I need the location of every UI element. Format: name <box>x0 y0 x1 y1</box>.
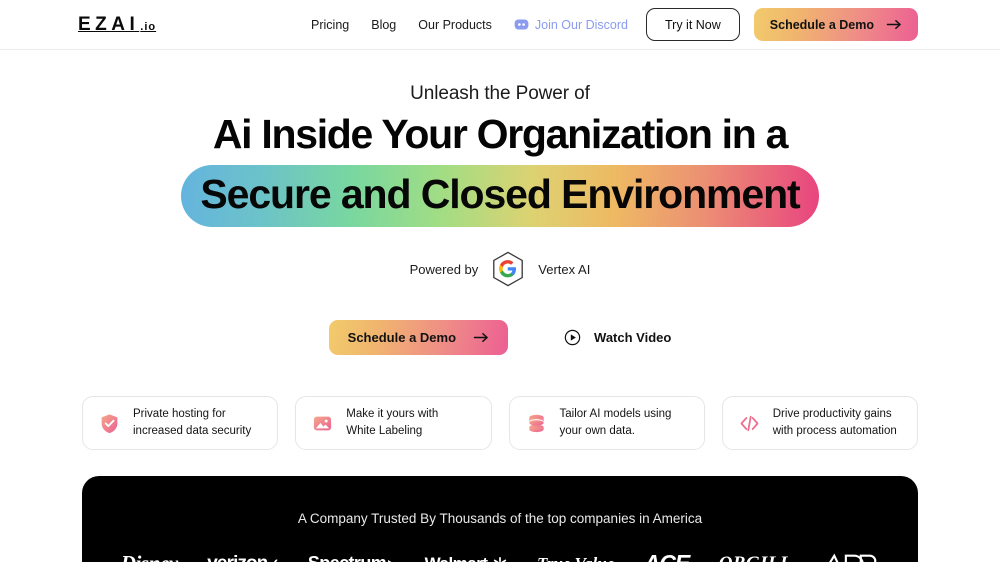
feature-card-line1: Private hosting for <box>133 408 226 421</box>
feature-card-line1: Drive productivity gains <box>772 408 892 421</box>
logo-adp <box>821 552 879 562</box>
arrow-right-icon <box>886 18 902 31</box>
feature-card-white-labeling[interactable]: Make it yours with White Labeling <box>295 396 492 450</box>
feature-card-text: Tailor AI models using your own data. <box>560 406 672 439</box>
logo-orgill: ORGILL <box>719 553 792 562</box>
nav-links: Pricing Blog Our Products Join Our Disco… <box>311 17 628 32</box>
feature-card-line2: White Labeling <box>346 425 423 437</box>
arrow-right-icon <box>473 331 489 344</box>
feature-card-line2: with process automation <box>772 425 897 437</box>
brand-logo-main: EZAI <box>78 13 140 35</box>
hero-cta-row: Schedule a Demo Watch Video <box>0 320 1000 355</box>
nav-schedule-demo-label: Schedule a Demo <box>769 17 874 32</box>
hero-section: Unleash the Power of Ai Inside Your Orga… <box>0 50 1000 355</box>
feature-card-line1: Tailor AI models using <box>559 408 672 421</box>
nav-schedule-demo-button[interactable]: Schedule a Demo <box>753 8 918 41</box>
feature-card-line2: increased data security <box>133 425 252 437</box>
feature-card-text: Make it yours with White Labeling <box>346 406 438 439</box>
logo-verizon: verizon ✓ <box>207 553 279 562</box>
feature-card-text: Private hosting for increased data secur… <box>133 406 251 439</box>
hero-schedule-demo-button[interactable]: Schedule a Demo <box>328 320 509 355</box>
feature-card-productivity[interactable]: Drive productivity gains with process au… <box>721 396 918 450</box>
feature-card-private-hosting[interactable]: Private hosting for increased data secur… <box>82 396 279 450</box>
logo-disney: Disney <box>121 551 178 562</box>
logo-spectrum: Spectrum <box>308 553 396 562</box>
trusted-by-section: A Company Trusted By Thousands of the to… <box>82 476 918 562</box>
powered-by-row: Powered by Vertex AI <box>0 251 1000 287</box>
hero-eyebrow: Unleash the Power of <box>410 83 590 104</box>
logo-ace: ACE <box>644 550 691 562</box>
hero-highlight-text: Secure and Closed Environment <box>181 165 819 227</box>
nav-item-our-products[interactable]: Our Products <box>418 18 492 32</box>
logo-true-value: True Value <box>537 554 614 562</box>
discord-icon <box>514 17 529 32</box>
feature-card-tailor-models[interactable]: Tailor AI models using your own data. <box>508 396 705 450</box>
nav-item-join-discord[interactable]: Join Our Discord <box>514 17 628 32</box>
try-it-now-button[interactable]: Try it Now <box>646 8 740 41</box>
feature-card-line2: your own data. <box>559 425 635 437</box>
hero-highlight-wrapper: Secure and Closed Environment <box>0 165 1000 227</box>
google-hexagon-icon <box>491 251 525 287</box>
logo-walmart-label: Walmart <box>425 554 488 562</box>
feature-card-text: Drive productivity gains with process au… <box>773 406 897 439</box>
feature-card-line1: Make it yours with <box>346 408 439 421</box>
logo-spectrum-label: Spectrum <box>308 553 387 562</box>
checkmark-icon: ✓ <box>268 556 279 562</box>
navbar: EZAI .io Pricing Blog Our Products Join … <box>0 0 1000 50</box>
hero-schedule-demo-label: Schedule a Demo <box>347 330 457 345</box>
logo-verizon-label: verizon <box>207 553 268 562</box>
brand-logo-suffix: .io <box>140 20 157 33</box>
nav-item-blog[interactable]: Blog <box>371 18 396 32</box>
code-brackets-icon <box>739 413 760 434</box>
database-icon <box>526 413 547 434</box>
trusted-by-title: A Company Trusted By Thousands of the to… <box>297 511 703 526</box>
nav-actions: Try it Now Schedule a Demo <box>646 8 918 41</box>
shield-check-icon <box>99 413 120 434</box>
company-logo-row: Disney verizon ✓ Spectrum Walmart True V… <box>82 550 918 562</box>
watch-video-button[interactable]: Watch Video <box>564 329 671 346</box>
watch-video-label: Watch Video <box>594 330 672 345</box>
nav-item-pricing[interactable]: Pricing <box>311 18 349 32</box>
hero-headline: Ai Inside Your Organization in a <box>212 111 789 157</box>
spark-icon <box>488 556 508 562</box>
brand-logo[interactable]: EZAI .io <box>78 14 156 36</box>
discord-label: Join Our Discord <box>534 17 628 32</box>
feature-cards: Private hosting for increased data secur… <box>0 396 1000 450</box>
image-icon <box>312 413 333 434</box>
logo-walmart: Walmart <box>425 554 508 562</box>
powered-by-brand: Vertex AI <box>538 261 591 277</box>
play-circle-icon <box>564 329 581 346</box>
powered-by-prefix: Powered by <box>409 261 479 277</box>
